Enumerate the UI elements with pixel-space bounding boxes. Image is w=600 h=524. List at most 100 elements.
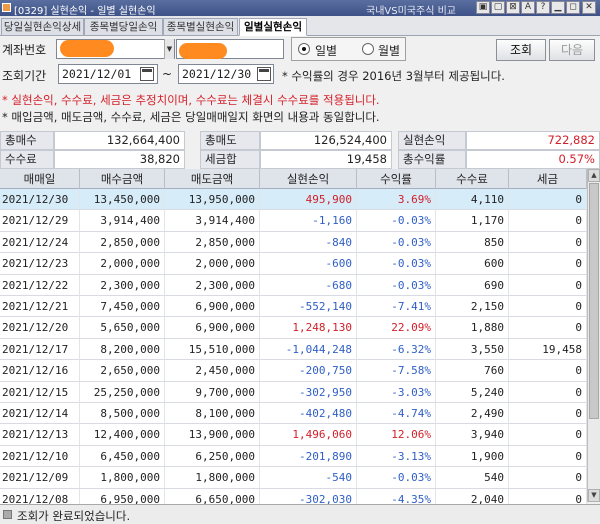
table-row[interactable]: 2021/12/17 8,200,000 15,510,000 -1,044,248-…	[0, 338, 587, 361]
cell-sell: 8,100,000	[165, 403, 260, 424]
col-fee[interactable]: 수수료	[436, 169, 509, 189]
scroll-up-icon[interactable]: ▲	[588, 169, 600, 182]
tab-stock-realized[interactable]: 종목별실현손익	[163, 18, 238, 36]
cell-buy: 13,450,000	[80, 189, 165, 210]
radio-daily-label[interactable]: 일별	[315, 42, 337, 59]
cell-tax: 0	[509, 253, 587, 275]
col-buy[interactable]: 매수금액	[80, 169, 165, 189]
cell-rate: -7.58%	[357, 360, 436, 382]
cell-fee: 2,150	[436, 296, 509, 317]
col-sell[interactable]: 매도금액	[165, 169, 260, 189]
cell-buy: 2,000,000	[80, 253, 165, 275]
cell-pnl: -200,750	[260, 360, 357, 382]
col-pnl[interactable]: 실현손익	[260, 169, 357, 189]
cell-date: 2021/12/17	[0, 338, 80, 360]
cell-tax: 0	[509, 189, 587, 210]
table-row[interactable]: 2021/12/13 12,400,000 13,900,000 1,496,060 1…	[0, 424, 587, 446]
minimize-icon[interactable]: ▁	[551, 1, 565, 14]
cell-pnl: -402,480	[260, 403, 357, 424]
table-header: 매매일 매수금액 매도금액 실현손익 수익률 수수료 세금	[0, 169, 587, 189]
cell-tax: 0	[509, 274, 587, 296]
cell-rate: -0.03%	[357, 231, 436, 253]
calendar-icon[interactable]	[140, 67, 154, 81]
cell-sell: 13,900,000	[165, 424, 260, 446]
table-row[interactable]: 2021/12/29 3,914,400 3,914,400 -1,160 -0.03%…	[0, 210, 587, 232]
cell-rate: -3.13%	[357, 445, 436, 467]
cell-date: 2021/12/16	[0, 360, 80, 382]
cell-buy: 12,400,000	[80, 424, 165, 446]
period-note: * 수익률의 경우 2016년 3월부터 제공됩니다.	[282, 69, 505, 83]
table-row[interactable]: 2021/12/10 6,450,000 6,250,000 -201,890 -3.1…	[0, 445, 587, 468]
cell-sell: 15,510,000	[165, 338, 260, 360]
cell-tax: 0	[509, 381, 587, 403]
cell-pnl: -552,140	[260, 296, 357, 317]
vertical-scrollbar[interactable]: ▲ ▼	[587, 169, 600, 502]
cell-rate: 3.69%	[357, 189, 436, 210]
status-bar: 조회가 완료되었습니다.	[0, 504, 600, 524]
total-buy-value: 132,664,400	[54, 131, 185, 150]
table-row[interactable]: 2021/12/16 2,650,000 2,450,000 -200,750 -7.5…	[0, 360, 587, 382]
link-icon[interactable]: ▣	[476, 1, 490, 14]
cell-tax: 0	[509, 424, 587, 446]
status-icon	[3, 510, 12, 519]
print-icon[interactable]: ⊠	[506, 1, 520, 14]
cell-tax: 0	[509, 296, 587, 317]
cell-fee: 760	[436, 360, 509, 382]
tab-stock-today[interactable]: 종목별당일손익	[84, 18, 163, 36]
cell-buy: 25,250,000	[80, 381, 165, 403]
cell-date: 2021/12/14	[0, 403, 80, 424]
col-date[interactable]: 매매일	[0, 169, 80, 189]
tab-daily-detail[interactable]: 당일실현손익상세	[1, 18, 84, 36]
table-row[interactable]: 2021/12/14 8,500,000 8,100,000 -402,480 -4.7…	[0, 403, 587, 425]
return-label: 총수익률	[398, 150, 466, 169]
compare-label[interactable]: 국내VS미국주식 비교	[366, 2, 456, 17]
scroll-thumb[interactable]	[589, 183, 599, 419]
maximize-icon[interactable]: ◻	[566, 1, 580, 14]
cell-rate: -0.03%	[357, 274, 436, 296]
table-row[interactable]: 2021/12/22 2,300,000 2,300,000 -680 -0.03% 69…	[0, 274, 587, 296]
close-icon[interactable]: ✕	[582, 1, 596, 14]
cell-tax: 0	[509, 317, 587, 339]
tab-daily-realized[interactable]: 일별실현손익	[239, 18, 307, 36]
cell-fee: 1,900	[436, 445, 509, 467]
radio-monthly[interactable]	[362, 43, 374, 55]
table-row[interactable]: 2021/12/21 7,450,000 6,900,000 -552,140 -7.4…	[0, 296, 587, 318]
radio-daily[interactable]	[298, 43, 310, 55]
table-row[interactable]: 2021/12/23 2,000,000 2,000,000 -600 -0.03% 60…	[0, 253, 587, 275]
table-row[interactable]: 2021/12/30 13,450,000 13,950,000 495,900 3.6…	[0, 189, 587, 211]
cell-buy: 2,850,000	[80, 231, 165, 253]
help-icon[interactable]: ?	[536, 1, 550, 14]
status-message: 조회가 완료되었습니다.	[17, 509, 131, 523]
total-sell-label: 총매도	[200, 131, 260, 150]
window-icon[interactable]: ▢	[491, 1, 505, 14]
table-row[interactable]: 2021/12/24 2,850,000 2,850,000 -840 -0.03% 85…	[0, 231, 587, 254]
cell-pnl: -201,890	[260, 445, 357, 467]
return-value: 0.57%	[466, 150, 600, 169]
font-icon[interactable]: A	[521, 1, 535, 14]
calendar-icon[interactable]	[257, 67, 271, 81]
cell-fee: 5,240	[436, 381, 509, 403]
cell-buy: 2,300,000	[80, 274, 165, 296]
cell-rate: -0.03%	[357, 210, 436, 232]
cell-tax: 0	[509, 467, 587, 489]
search-button[interactable]: 조회	[496, 39, 546, 61]
cell-fee: 850	[436, 231, 509, 253]
col-rate[interactable]: 수익률	[357, 169, 436, 189]
cell-rate: -6.32%	[357, 338, 436, 360]
realized-value: 722,882	[466, 131, 600, 150]
scroll-down-icon[interactable]: ▼	[588, 489, 600, 502]
cell-pnl: -600	[260, 253, 357, 275]
app-icon	[2, 3, 11, 12]
cell-fee: 600	[436, 253, 509, 275]
cell-fee: 1,170	[436, 210, 509, 232]
chevron-down-icon[interactable]: ▼	[164, 39, 174, 59]
table-row[interactable]: 2021/12/15 25,250,000 9,700,000 -302,950 -3.…	[0, 381, 587, 403]
table-row[interactable]: 2021/12/09 1,800,000 1,800,000 -540 -0.03% 54…	[0, 467, 587, 489]
cell-sell: 13,950,000	[165, 189, 260, 210]
radio-monthly-label[interactable]: 월별	[378, 42, 400, 59]
next-button[interactable]: 다음	[549, 39, 595, 61]
cell-buy: 1,800,000	[80, 467, 165, 489]
table-row[interactable]: 2021/12/20 5,650,000 6,900,000 1,248,130 22.…	[0, 317, 587, 339]
col-tax[interactable]: 세금	[509, 169, 587, 189]
cell-sell: 2,000,000	[165, 253, 260, 275]
